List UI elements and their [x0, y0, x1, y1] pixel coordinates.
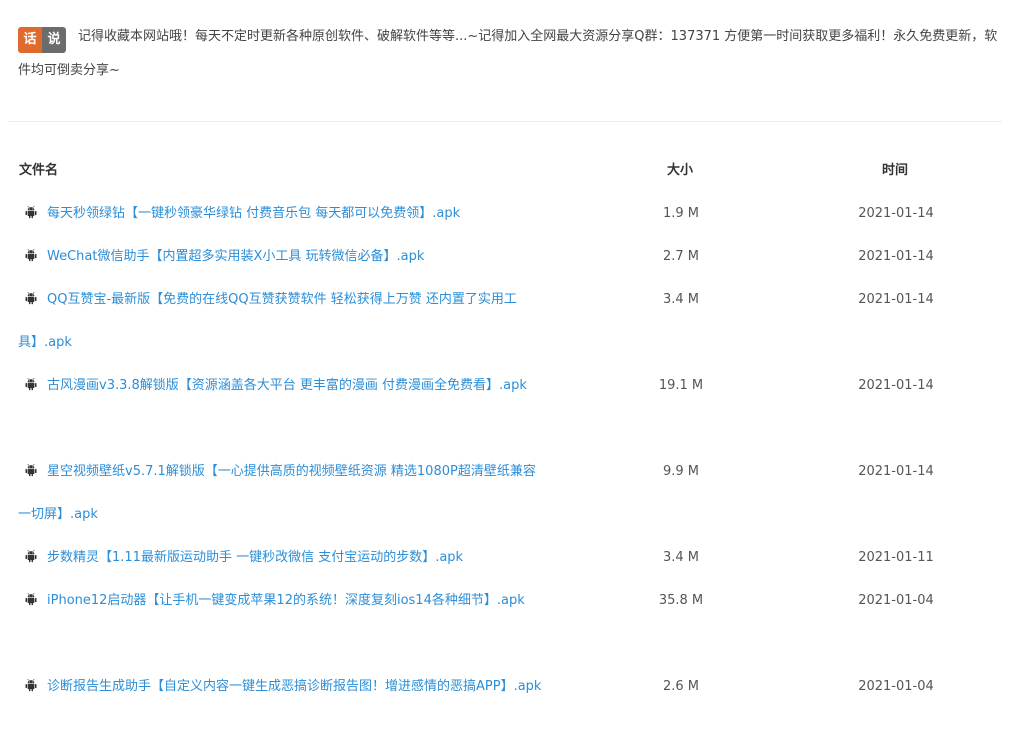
notice-badge: 话说: [18, 27, 66, 53]
file-name-cell: 步数精灵【1.11最新版运动助手 一键秒改微信 支付宝运动的步数】.apk: [18, 536, 543, 579]
android-icon: [24, 248, 38, 262]
file-link[interactable]: 星空视频壁纸v5.7.1解锁版【一心提供高质的视频壁纸资源 精选1080P超清壁…: [18, 464, 536, 522]
android-icon: [24, 592, 38, 606]
table-row: 步数精灵【1.11最新版运动助手 一键秒改微信 支付宝运动的步数】.apk 3.4…: [0, 536, 1035, 579]
table-row: WeChat微信助手【内置超多实用装X小工具 玩转微信必备】.apk 2.7 M 2…: [0, 235, 1035, 278]
file-name-cell: QQ互赞宝-最新版【免费的在线QQ互赞获赞软件 轻松获得上万赞 还内置了实用工具…: [18, 278, 543, 364]
file-size: 3.4 M: [662, 292, 700, 307]
file-date: 2021-01-04: [858, 593, 934, 608]
file-list: 每天秒领绿钻【一键秒领豪华绿钻 付费音乐包 每天都可以免费领】.apk 1.9 M…: [0, 192, 1035, 751]
android-icon: [24, 291, 38, 305]
file-size: 2.7 M: [662, 249, 700, 264]
site-notice: 话说记得收藏本网站哦！每天不定时更新各种原创软件、破解软件等等...~记得加入全…: [18, 20, 1003, 88]
android-icon: [24, 549, 38, 563]
header-filename: 文件名: [19, 163, 59, 178]
file-name-cell: iPhone12启动器【让手机一键变成苹果12的系统！深度复刻ios14各种细节…: [18, 579, 543, 622]
file-name-cell: 诊断报告生成助手【自定义内容一键生成恶搞诊断报告图！增进感情的恶搞APP】.ap…: [18, 665, 543, 708]
file-link[interactable]: iPhone12启动器【让手机一键变成苹果12的系统！深度复刻ios14各种细节…: [47, 593, 525, 608]
file-size: 19.1 M: [658, 378, 704, 393]
file-date: 2021-01-14: [858, 206, 934, 221]
file-size: 35.8 M: [658, 593, 704, 608]
table-row: QQ互赞宝-最新版【免费的在线QQ互赞获赞软件 轻松获得上万赞 还内置了实用工具…: [0, 278, 1035, 364]
badge-right: 说: [42, 27, 66, 53]
divider: [8, 121, 1002, 122]
file-size: 2.6 M: [662, 679, 700, 694]
file-size: 9.9 M: [662, 464, 700, 479]
file-link[interactable]: 每天秒领绿钻【一键秒领豪华绿钻 付费音乐包 每天都可以免费领】.apk: [47, 206, 460, 221]
file-name-cell: 星空视频壁纸v5.7.1解锁版【一心提供高质的视频壁纸资源 精选1080P超清壁…: [18, 450, 543, 536]
file-name-cell: 古风漫画v3.3.8解锁版【资源涵盖各大平台 更丰富的漫画 付费漫画全免费看】.…: [18, 364, 543, 407]
header-size: 大小: [667, 163, 694, 178]
table-header: 文件名 大小 时间: [18, 158, 1003, 184]
table-row: iPhone12启动器【让手机一键变成苹果12的系统！深度复刻ios14各种细节…: [0, 579, 1035, 665]
android-icon: [24, 678, 38, 692]
file-name-cell: WeChat微信助手【内置超多实用装X小工具 玩转微信必备】.apk: [18, 235, 543, 278]
file-link[interactable]: 步数精灵【1.11最新版运动助手 一键秒改微信 支付宝运动的步数】.apk: [47, 550, 463, 565]
table-row: 每天秒领绿钻【一键秒领豪华绿钻 付费音乐包 每天都可以免费领】.apk 1.9 M…: [0, 192, 1035, 235]
file-link[interactable]: 古风漫画v3.3.8解锁版【资源涵盖各大平台 更丰富的漫画 付费漫画全免费看】.…: [47, 378, 527, 393]
file-date: 2021-01-14: [858, 249, 934, 264]
file-date: 2021-01-14: [858, 464, 934, 479]
file-date: 2021-01-04: [858, 679, 934, 694]
file-name-cell: 每天秒领绿钻【一键秒领豪华绿钻 付费音乐包 每天都可以免费领】.apk: [18, 192, 543, 235]
badge-left: 话: [18, 27, 42, 53]
table-row: 古风漫画v3.3.8解锁版【资源涵盖各大平台 更丰富的漫画 付费漫画全免费看】.…: [0, 364, 1035, 450]
file-link[interactable]: 诊断报告生成助手【自定义内容一键生成恶搞诊断报告图！增进感情的恶搞APP】.ap…: [47, 679, 541, 694]
android-icon: [24, 205, 38, 219]
table-row: 星空视频壁纸v5.7.1解锁版【一心提供高质的视频壁纸资源 精选1080P超清壁…: [0, 450, 1035, 536]
android-icon: [24, 463, 38, 477]
file-size: 3.4 M: [662, 550, 700, 565]
file-date: 2021-01-11: [858, 550, 934, 565]
android-icon: [24, 377, 38, 391]
file-link[interactable]: QQ互赞宝-最新版【免费的在线QQ互赞获赞软件 轻松获得上万赞 还内置了实用工具…: [18, 292, 517, 350]
notice-text: 记得收藏本网站哦！每天不定时更新各种原创软件、破解软件等等...~记得加入全网最…: [18, 29, 998, 78]
file-date: 2021-01-14: [858, 378, 934, 393]
header-time: 时间: [882, 163, 909, 178]
file-size: 1.9 M: [662, 206, 700, 221]
table-row: 诊断报告生成助手【自定义内容一键生成恶搞诊断报告图！增进感情的恶搞APP】.ap…: [0, 665, 1035, 751]
file-link[interactable]: WeChat微信助手【内置超多实用装X小工具 玩转微信必备】.apk: [47, 249, 424, 264]
file-date: 2021-01-14: [858, 292, 934, 307]
